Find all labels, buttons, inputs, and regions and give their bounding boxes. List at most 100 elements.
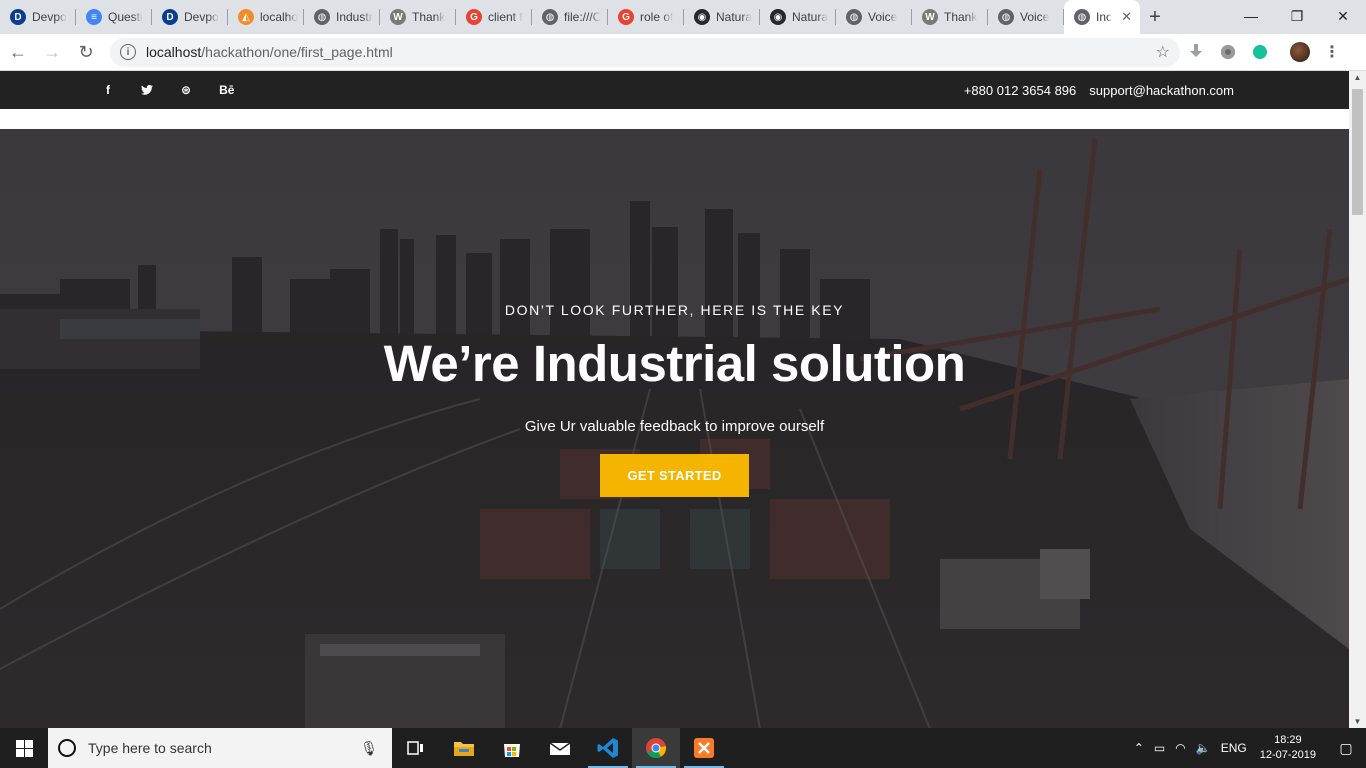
language-indicator[interactable]: ENG <box>1221 741 1247 755</box>
battery-icon[interactable]: ▭ <box>1154 741 1165 755</box>
minimize-button[interactable]: — <box>1228 0 1274 32</box>
devpost-icon: D <box>162 9 178 25</box>
cortana-icon <box>58 739 76 757</box>
wordpress-icon: W <box>390 9 406 25</box>
browser-tab-strip: D Devpo ≡ Questi D Devpo ◭ localho ◍ Industr W Than… <box>0 0 1366 34</box>
browser-tab-title: Thank <box>412 10 446 24</box>
site-info-icon[interactable]: i <box>120 44 136 60</box>
behance-icon[interactable]: Bē <box>219 83 234 97</box>
browser-tab-title: Inc <box>1096 10 1113 24</box>
chrome-icon[interactable] <box>632 728 680 768</box>
browser-tab-title: Questi <box>108 10 143 24</box>
browser-tab-title: client f <box>488 10 523 24</box>
support-email[interactable]: support@hackathon.com <box>1089 83 1234 98</box>
wifi-icon[interactable]: ◠ <box>1175 741 1185 755</box>
microphone-icon[interactable]: 🎙 <box>360 740 378 757</box>
browser-tab[interactable]: Gclient f <box>456 0 532 34</box>
restore-button[interactable]: ❐ <box>1274 0 1320 32</box>
github-icon: ◉ <box>770 9 786 25</box>
back-button[interactable]: ← <box>2 36 34 68</box>
browser-tab[interactable]: ◍ Industr <box>304 0 380 34</box>
browser-tab[interactable]: W Thank <box>912 0 988 34</box>
browser-tab-title: localho <box>260 10 299 24</box>
grammarly-extension-icon[interactable] <box>1244 36 1276 68</box>
browser-tab[interactable]: D Devpo <box>152 0 228 34</box>
contact-info: +880 012 3654 896 support@hackathon.com <box>964 83 1234 98</box>
browser-tab-title: file:///C <box>564 10 602 24</box>
globe-icon: ◍ <box>998 9 1014 25</box>
xampp-icon: ◭ <box>238 9 254 25</box>
extension-icon[interactable] <box>1212 36 1244 68</box>
dribbble-icon[interactable]: ⊛ <box>181 83 191 97</box>
browser-tab-title: Thank <box>944 10 978 24</box>
new-tab-button[interactable]: + <box>1140 0 1170 34</box>
devpost-icon: D <box>10 9 26 25</box>
clock-date: 12-07-2019 <box>1259 749 1316 761</box>
browser-tab[interactable]: ≡ Questi <box>76 0 152 34</box>
bookmark-star-icon[interactable]: ☆ <box>1156 42 1170 62</box>
chrome-menu-icon[interactable]: ⋮ <box>1316 36 1348 68</box>
browser-tab[interactable]: ◍ Voice <box>988 0 1064 34</box>
google-icon: G <box>466 9 482 25</box>
clock[interactable]: 18:29 12-07-2019 <box>1260 733 1316 763</box>
hero-subtitle: Give Ur valuable feedback to improve our… <box>524 418 825 435</box>
close-tab-icon[interactable]: ✕ <box>1121 9 1132 25</box>
github-icon: ◉ <box>694 9 710 25</box>
facebook-icon[interactable]: f <box>103 83 113 97</box>
download-extension-icon[interactable] <box>1180 36 1212 68</box>
url-path: /hackathon/one/first_page.html <box>201 44 393 60</box>
browser-tab[interactable]: ◉ Natura <box>760 0 836 34</box>
browser-tab[interactable]: Grole of <box>608 0 684 34</box>
globe-icon: ◍ <box>846 9 862 25</box>
mail-icon[interactable] <box>536 728 584 768</box>
close-window-button[interactable]: ✕ <box>1320 0 1366 32</box>
xampp-icon[interactable] <box>680 728 728 768</box>
scroll-up-arrow-icon[interactable]: ▲ <box>1349 73 1366 82</box>
browser-tab-title: Devpo <box>32 10 67 24</box>
browser-tab-title: Natura <box>792 10 829 24</box>
browser-tab[interactable]: ◍ Voice <box>836 0 912 34</box>
browser-tab-title: Industr <box>336 10 373 24</box>
profile-avatar[interactable] <box>1284 36 1316 68</box>
browser-tab[interactable]: ◉ Natura <box>684 0 760 34</box>
site-top-bar: f ⊛ Bē +880 012 3654 896 support@hackath… <box>0 71 1349 109</box>
browser-tab[interactable]: ◍ Inc ✕ <box>1064 0 1140 34</box>
show-hidden-icons-chevron-icon[interactable]: ⌃ <box>1134 741 1144 755</box>
scroll-down-arrow-icon[interactable]: ▼ <box>1349 717 1366 726</box>
action-center-icon[interactable]: ▢ <box>1326 728 1366 768</box>
browser-tab[interactable]: D Devpo <box>0 0 76 34</box>
file-explorer-icon[interactable] <box>440 728 488 768</box>
browser-tab[interactable]: W Thank <box>380 0 456 34</box>
volume-icon[interactable]: 🔈 <box>1196 741 1211 755</box>
windows-logo-icon <box>15 739 33 757</box>
globe-icon: ◍ <box>542 9 558 25</box>
hero-content: DON’T LOOK FURTHER, HERE IS THE KEY We’r… <box>0 129 1349 728</box>
task-view-icon[interactable] <box>392 728 440 768</box>
browser-toolbar: ← → ↻ i localhost/hackathon/one/first_pa… <box>0 34 1366 71</box>
hero-section: DON’T LOOK FURTHER, HERE IS THE KEY We’r… <box>0 129 1349 728</box>
hero-kicker: DON’T LOOK FURTHER, HERE IS THE KEY <box>504 302 845 318</box>
globe-icon: ◍ <box>1074 9 1090 25</box>
browser-tab[interactable]: ◭ localho <box>228 0 304 34</box>
browser-tab-title: Devpo <box>184 10 219 24</box>
address-bar[interactable]: i localhost/hackathon/one/first_page.htm… <box>110 37 1180 67</box>
twitter-icon[interactable] <box>141 85 153 95</box>
start-button[interactable] <box>0 728 48 768</box>
get-started-button[interactable]: GET STARTED <box>600 454 749 497</box>
phone-number: +880 012 3654 896 <box>963 82 1077 98</box>
globe-icon: ◍ <box>314 9 330 25</box>
browser-tab[interactable]: ◍ file:///C <box>532 0 608 34</box>
microsoft-store-icon[interactable] <box>488 728 536 768</box>
docs-icon: ≡ <box>86 9 102 25</box>
clock-time: 18:29 <box>1274 734 1302 746</box>
url-host: localhost <box>146 44 202 60</box>
taskbar-search-box[interactable]: Type here to search 🎙 <box>48 728 392 768</box>
page-scrollbar[interactable]: ▲ ▼ <box>1349 71 1366 728</box>
system-tray: ⌃ ▭ ◠ 🔈 ENG 18:29 12-07-2019 ▢ <box>1129 728 1366 768</box>
reload-button[interactable]: ↻ <box>70 36 102 68</box>
vscode-icon[interactable] <box>584 728 632 768</box>
browser-tab-title: Voice <box>868 10 898 24</box>
forward-button[interactable]: → <box>36 36 68 68</box>
page-viewport: f ⊛ Bē +880 012 3654 896 support@hackath… <box>0 71 1366 728</box>
scrollbar-thumb[interactable] <box>1352 89 1363 215</box>
